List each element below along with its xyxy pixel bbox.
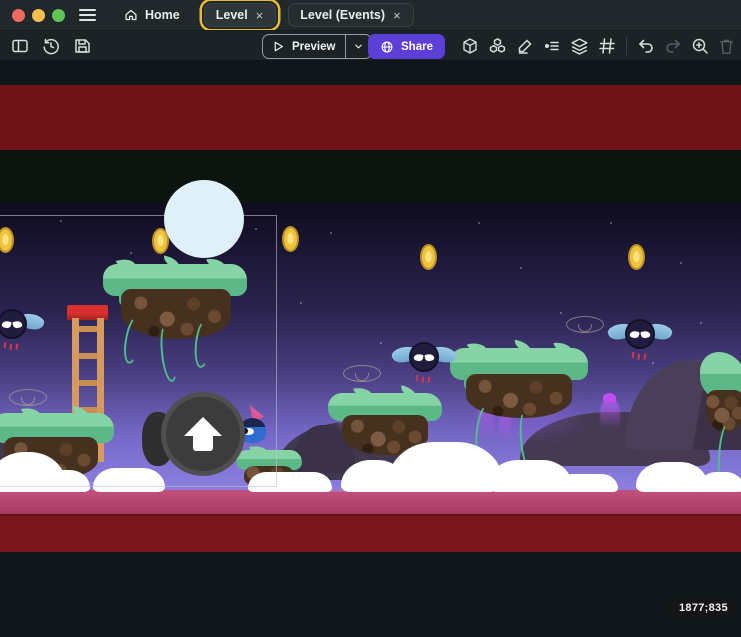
- toolbar: Preview Share: [0, 30, 741, 60]
- preview-button[interactable]: Preview: [262, 34, 372, 59]
- cursor-coordinates-badge: 1877;835: [671, 598, 736, 618]
- ground-pink-band: [0, 490, 741, 514]
- zoom-in-icon[interactable]: [690, 36, 710, 56]
- tab-home[interactable]: Home: [112, 3, 192, 27]
- window-controls: [12, 9, 65, 22]
- star: [700, 322, 702, 324]
- tab-level-events-close-icon[interactable]: ×: [392, 9, 402, 22]
- cloud[interactable]: [556, 474, 618, 492]
- canvas-letterbox-bottom: [0, 552, 741, 637]
- star: [300, 302, 302, 304]
- coin-sprite[interactable]: [628, 244, 645, 270]
- star: [560, 312, 562, 314]
- tab-level-events[interactable]: Level (Events) ×: [288, 3, 413, 27]
- ground-red-band: [0, 514, 741, 552]
- star: [380, 342, 382, 344]
- globe-icon: [380, 40, 394, 54]
- tab-home-label: Home: [145, 8, 180, 22]
- star: [478, 222, 480, 224]
- moon-sprite[interactable]: [164, 180, 244, 258]
- undo-icon[interactable]: [636, 36, 656, 56]
- star: [610, 222, 612, 224]
- home-icon: [124, 8, 138, 22]
- maximize-window-button[interactable]: [52, 9, 65, 22]
- toolbar-left-group: [10, 31, 92, 61]
- share-button-label: Share: [401, 41, 433, 53]
- close-window-button[interactable]: [12, 9, 25, 22]
- canvas-letterbox-top: [0, 60, 741, 85]
- history-icon[interactable]: [41, 36, 61, 56]
- cloud[interactable]: [698, 472, 741, 492]
- star: [520, 267, 522, 269]
- redo-icon[interactable]: [663, 36, 683, 56]
- dark-band: [0, 150, 741, 203]
- instances-list-icon[interactable]: [542, 36, 562, 56]
- mushroom-cap: [603, 393, 616, 402]
- tab-level-label: Level: [216, 8, 248, 22]
- camera-bounds-rectangle: [0, 215, 277, 487]
- title-bar: Home Level × Level (Events) ×: [0, 0, 741, 30]
- save-icon[interactable]: [72, 36, 92, 56]
- star: [680, 262, 682, 264]
- grid-icon[interactable]: [597, 36, 617, 56]
- ufo-decoration[interactable]: [566, 316, 604, 333]
- layout-panels-icon[interactable]: [10, 36, 30, 56]
- editor-tabs: Home Level × Level (Events) ×: [112, 3, 414, 27]
- 3d-box-icon[interactable]: [460, 36, 480, 56]
- top-red-band: [0, 85, 741, 150]
- glow-mushroom[interactable]: [600, 398, 620, 428]
- gdevelop-window: Home Level × Level (Events) ×: [0, 0, 741, 637]
- tab-level-events-label: Level (Events): [300, 8, 385, 22]
- bat-enemy[interactable]: [608, 314, 672, 360]
- main-menu-icon[interactable]: [79, 9, 96, 21]
- toolbar-right-group: [460, 31, 741, 61]
- tab-level[interactable]: Level ×: [204, 3, 277, 27]
- minimize-window-button[interactable]: [32, 9, 45, 22]
- object-groups-icon[interactable]: [487, 36, 508, 57]
- delete-icon[interactable]: [717, 37, 736, 56]
- preview-button-label: Preview: [292, 41, 335, 53]
- floating-island[interactable]: [450, 348, 588, 453]
- share-button[interactable]: Share: [368, 34, 445, 59]
- scene-editor-canvas[interactable]: 1877;835: [0, 60, 741, 637]
- bat-enemy[interactable]: [392, 337, 456, 383]
- edit-objects-icon[interactable]: [515, 36, 535, 56]
- floating-island[interactable]: [700, 352, 741, 492]
- ufo-decoration[interactable]: [343, 365, 381, 382]
- layers-icon[interactable]: [569, 36, 590, 57]
- coin-sprite[interactable]: [420, 244, 437, 270]
- tab-level-close-icon[interactable]: ×: [255, 9, 265, 22]
- star: [330, 232, 332, 234]
- coin-sprite[interactable]: [282, 226, 299, 252]
- star: [652, 362, 654, 364]
- play-icon: [272, 40, 285, 53]
